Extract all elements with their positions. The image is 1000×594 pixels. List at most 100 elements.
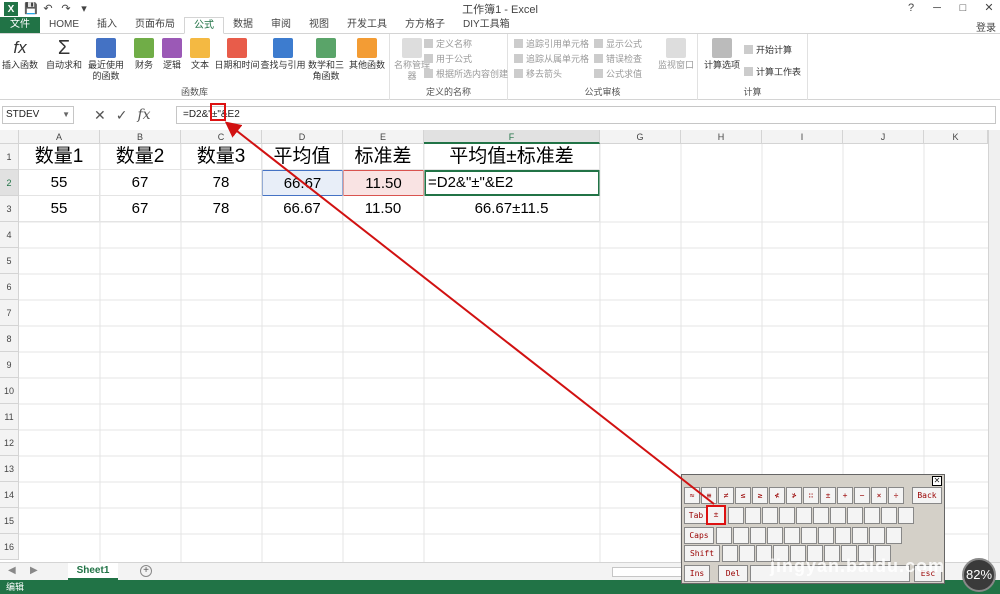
sheet-tab-sheet1[interactable]: Sheet1 bbox=[68, 563, 118, 580]
redo-icon[interactable]: ↷ bbox=[60, 3, 72, 15]
cell-d1[interactable]: 平均值 bbox=[262, 144, 343, 170]
column-header-k[interactable]: K bbox=[924, 130, 988, 144]
osk-key[interactable] bbox=[796, 507, 812, 524]
tab-insert[interactable]: 插入 bbox=[88, 17, 126, 33]
osk-key[interactable]: ± bbox=[820, 487, 836, 504]
cell-f3[interactable]: 66.67±11.5 bbox=[424, 196, 600, 222]
row-header-15[interactable]: 15 bbox=[0, 508, 19, 534]
row-header-4[interactable]: 4 bbox=[0, 222, 19, 248]
use-in-formula-button[interactable]: 用于公式 bbox=[424, 53, 472, 66]
osk-key[interactable]: ∷ bbox=[803, 487, 819, 504]
horizontal-scrollbar[interactable] bbox=[612, 567, 682, 577]
row-header-14[interactable]: 14 bbox=[0, 482, 19, 508]
osk-key[interactable] bbox=[886, 527, 902, 544]
column-header-a[interactable]: A bbox=[19, 130, 100, 144]
osk-key[interactable] bbox=[750, 527, 766, 544]
osk-key[interactable] bbox=[835, 527, 851, 544]
cell-d3[interactable]: 66.67 bbox=[262, 196, 343, 222]
osk-key[interactable]: ÷ bbox=[888, 487, 904, 504]
autosum-button[interactable]: Σ 自动求和 bbox=[44, 38, 84, 71]
osk-tab-key[interactable]: Tab bbox=[684, 507, 708, 524]
cell-a2[interactable]: 55 bbox=[19, 170, 100, 196]
insert-function-fx-icon[interactable]: fx bbox=[137, 107, 150, 123]
row-header-7[interactable]: 7 bbox=[0, 300, 19, 326]
osk-plus-minus-key[interactable]: ± bbox=[706, 505, 726, 525]
osk-key[interactable] bbox=[864, 507, 880, 524]
date-time-button[interactable]: 日期和时间 bbox=[214, 38, 260, 71]
vertical-scrollbar[interactable] bbox=[988, 130, 1000, 562]
osk-key[interactable] bbox=[716, 527, 732, 544]
row-header-9[interactable]: 9 bbox=[0, 352, 19, 378]
row-header-11[interactable]: 11 bbox=[0, 404, 19, 430]
osk-key[interactable]: − bbox=[854, 487, 870, 504]
calculate-sheet-button[interactable]: 计算工作表 bbox=[744, 66, 801, 79]
define-name-button[interactable]: 定义名称 bbox=[424, 38, 472, 51]
insert-function-button[interactable]: fx 插入函数 bbox=[0, 38, 40, 71]
name-box[interactable]: STDEV ▼ bbox=[2, 106, 74, 124]
osk-key[interactable] bbox=[779, 507, 795, 524]
minimize-button[interactable]: ─ bbox=[930, 1, 944, 15]
tab-view[interactable]: 视图 bbox=[300, 17, 338, 33]
tab-formulas[interactable]: 公式 bbox=[184, 17, 224, 34]
add-sheet-icon[interactable]: + bbox=[140, 565, 152, 577]
error-checking-button[interactable]: 错误检查 bbox=[594, 53, 642, 66]
cell-d2-referenced[interactable]: 66.67 bbox=[262, 170, 343, 196]
cell-a1[interactable]: 数量1 bbox=[19, 144, 100, 170]
scroll-right-icon[interactable]: ▶ bbox=[30, 565, 38, 576]
osk-key[interactable] bbox=[762, 507, 778, 524]
help-button[interactable]: ? bbox=[904, 1, 918, 15]
osk-key[interactable] bbox=[852, 527, 868, 544]
osk-key[interactable] bbox=[784, 527, 800, 544]
row-header-8[interactable]: 8 bbox=[0, 326, 19, 352]
column-header-f[interactable]: F bbox=[424, 130, 600, 144]
osk-shift-key[interactable]: Shift bbox=[684, 545, 720, 562]
scroll-left-icon[interactable]: ◀ bbox=[8, 565, 16, 576]
column-header-h[interactable]: H bbox=[681, 130, 762, 144]
tab-file[interactable]: 文件 bbox=[0, 17, 40, 33]
osk-key[interactable] bbox=[767, 527, 783, 544]
create-from-selection-button[interactable]: 根据所选内容创建 bbox=[424, 68, 508, 81]
cell-c3[interactable]: 78 bbox=[181, 196, 262, 222]
osk-key[interactable] bbox=[733, 527, 749, 544]
osk-key[interactable]: ≯ bbox=[786, 487, 802, 504]
column-header-j[interactable]: J bbox=[843, 130, 924, 144]
column-header-d[interactable]: D bbox=[262, 130, 343, 144]
tab-data[interactable]: 数据 bbox=[224, 17, 262, 33]
cell-c1[interactable]: 数量3 bbox=[181, 144, 262, 170]
cell-f1[interactable]: 平均值±标准差 bbox=[424, 144, 600, 170]
show-formulas-button[interactable]: 显示公式 bbox=[594, 38, 642, 51]
osk-key[interactable] bbox=[898, 507, 914, 524]
column-header-i[interactable]: I bbox=[762, 130, 843, 144]
osk-del-key[interactable]: Del bbox=[718, 565, 748, 582]
osk-backspace-key[interactable]: Back bbox=[912, 487, 942, 504]
row-header-12[interactable]: 12 bbox=[0, 430, 19, 456]
tab-diy-toolbox[interactable]: DIY工具箱 bbox=[454, 17, 519, 33]
osk-key[interactable] bbox=[728, 507, 744, 524]
formula-input[interactable]: =D2&"±"&E2 bbox=[176, 106, 996, 124]
more-functions-button[interactable]: 其他函数 bbox=[346, 38, 388, 71]
osk-key[interactable]: + bbox=[837, 487, 853, 504]
osk-key[interactable]: ≈ bbox=[684, 487, 700, 504]
osk-key[interactable]: × bbox=[871, 487, 887, 504]
osk-key[interactable]: ≡ bbox=[701, 487, 717, 504]
column-header-b[interactable]: B bbox=[100, 130, 181, 144]
osk-key[interactable] bbox=[813, 507, 829, 524]
tab-ffcell[interactable]: 方方格子 bbox=[396, 17, 454, 33]
select-all-corner[interactable] bbox=[0, 130, 19, 144]
tab-home[interactable]: HOME bbox=[40, 17, 88, 33]
calculation-options-button[interactable]: 计算选项 bbox=[702, 38, 742, 71]
watch-window-button[interactable]: 监视窗口 bbox=[656, 38, 696, 71]
osk-key[interactable] bbox=[869, 527, 885, 544]
osk-key[interactable] bbox=[830, 507, 846, 524]
row-header-16[interactable]: 16 bbox=[0, 534, 19, 560]
save-icon[interactable]: 💾 bbox=[24, 3, 38, 15]
row-header-3[interactable]: 3 bbox=[0, 196, 19, 222]
osk-key[interactable] bbox=[722, 545, 738, 562]
evaluate-formula-button[interactable]: 公式求值 bbox=[594, 68, 642, 81]
column-header-e[interactable]: E bbox=[343, 130, 424, 144]
trace-precedents-button[interactable]: 追踪引用单元格 bbox=[514, 38, 589, 51]
lookup-reference-button[interactable]: 查找与引用 bbox=[260, 38, 306, 71]
osk-key[interactable]: ≠ bbox=[718, 487, 734, 504]
math-trig-button[interactable]: 数学和三角函数 bbox=[306, 38, 346, 82]
osk-key[interactable] bbox=[847, 507, 863, 524]
